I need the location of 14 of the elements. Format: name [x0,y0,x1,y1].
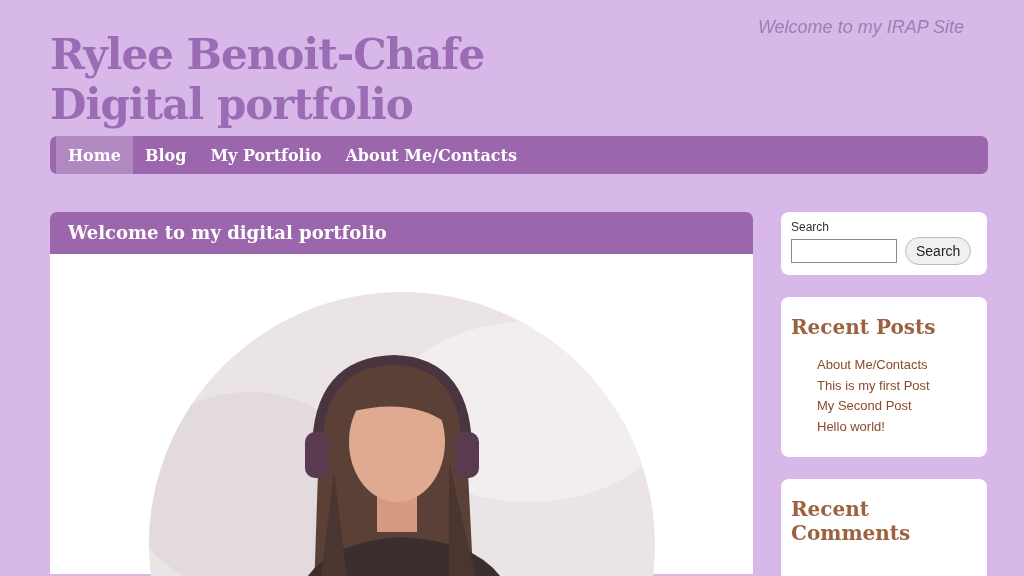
search-field[interactable] [791,239,897,263]
post-link[interactable]: My Second Post [817,398,912,413]
widget-heading: Recent Posts [791,315,937,339]
post-link[interactable]: This is my first Post [817,377,930,393]
search-button[interactable]: Search [905,237,972,265]
nav-item[interactable]: Blog [132,136,199,174]
nav-item[interactable]: About Me/Contacts [333,136,529,174]
post-link[interactable]: About Me/Contacts [817,357,928,372]
site-tagline: Welcome to my IRAP Site [757,17,964,38]
post-link[interactable]: Hello world! [817,418,885,434]
widget-heading: Recent Comments [791,497,912,545]
search-label: Search [791,220,831,234]
post-title: Welcome to my digital portfolio [50,212,753,254]
nav-item[interactable]: My Portfolio [198,136,334,174]
